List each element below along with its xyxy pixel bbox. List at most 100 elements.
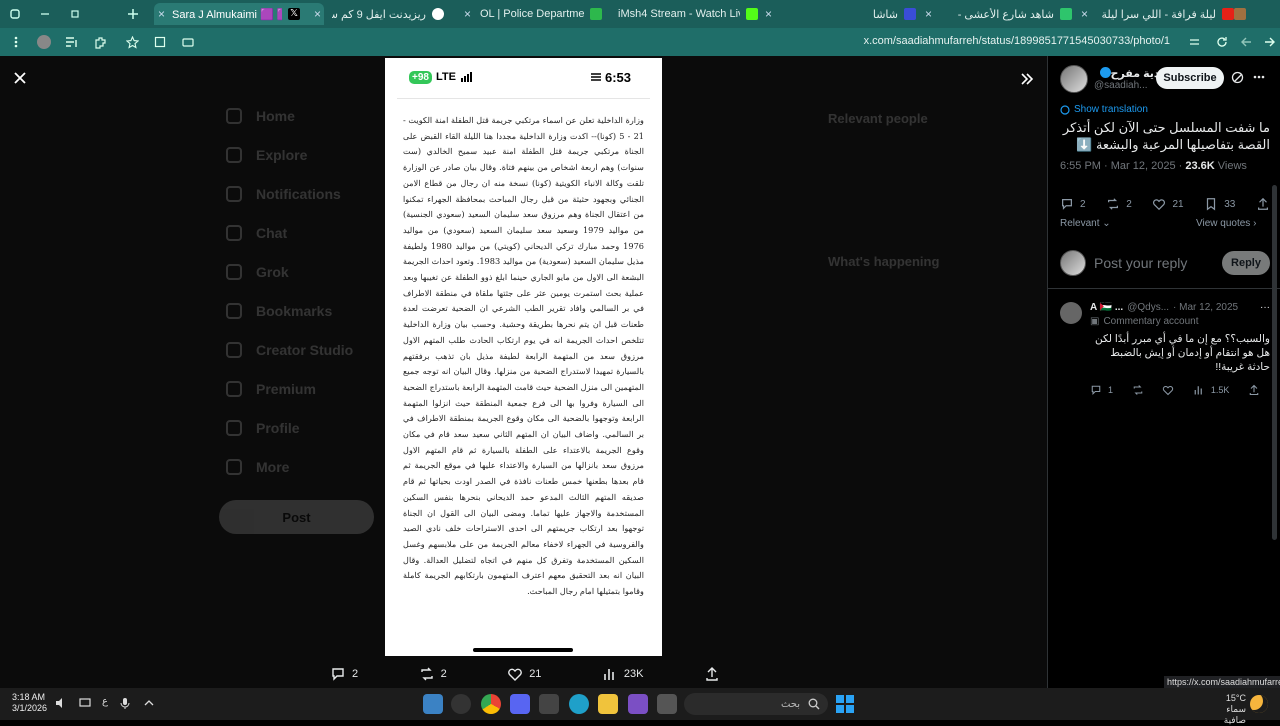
windows-start-icon[interactable]: [836, 695, 854, 713]
more-options-icon[interactable]: [1252, 70, 1266, 84]
system-tray: ع: [54, 696, 156, 710]
google-icon: [432, 8, 444, 20]
app-obs-icon[interactable]: [451, 694, 471, 714]
weather-widget[interactable]: 15°C سماء صافية: [1206, 693, 1246, 726]
tweet-time[interactable]: 6:55 PM · Mar 12, 2025 ·: [1060, 160, 1185, 172]
author-avatar[interactable]: [1060, 65, 1088, 93]
tweet-sidebar: ـدية مفرح @saadiah... Subscribe Show tra…: [1047, 56, 1280, 688]
chrome-icon[interactable]: [481, 694, 501, 714]
taskbar-clock[interactable]: 3:18 AM 3/1/2026: [12, 692, 47, 714]
app-purple-icon[interactable]: [628, 694, 648, 714]
profile-avatar-icon[interactable]: [32, 30, 56, 54]
reply-input[interactable]: Post your reply: [1094, 255, 1222, 271]
heart-icon: [1163, 385, 1174, 396]
tweet-like-action[interactable]: 21: [1152, 197, 1184, 211]
close-tab-icon[interactable]: ×: [765, 7, 772, 21]
new-tab-icon[interactable]: [118, 0, 148, 28]
minimize-icon[interactable]: [30, 0, 60, 28]
close-tab-icon[interactable]: ×: [314, 7, 321, 21]
bg-nav-bookmarks: Bookmarks: [226, 303, 332, 319]
keyboard-language[interactable]: ع: [102, 696, 108, 710]
menu-dots-icon[interactable]: [4, 30, 28, 54]
forward-arrow-icon[interactable]: [1258, 30, 1280, 54]
app-bird-icon[interactable]: [423, 694, 443, 714]
network-icon[interactable]: [78, 696, 92, 710]
bg-nav-premium: Premium: [226, 381, 316, 397]
comment-repost-action[interactable]: [1132, 384, 1144, 396]
close-tab-icon[interactable]: ×: [158, 7, 165, 21]
tab-x-sara[interactable]: × Sara J Almukaimi 🟪 🟪 on X 𝕏: [154, 3, 324, 25]
tab-kick-stream[interactable]: × iMsh4 Stream - Watch Live on: [612, 3, 772, 25]
sort-replies-dropdown[interactable]: Relevant ⌄: [1060, 218, 1111, 229]
tweet-repost-action[interactable]: 2: [1106, 197, 1132, 211]
chevron-up-icon[interactable]: [142, 696, 156, 710]
comment-share-action[interactable]: [1248, 384, 1260, 396]
sidebar-scrollbar[interactable]: [1272, 185, 1277, 540]
edge-icon[interactable]: [569, 694, 589, 714]
commenter-avatar[interactable]: [1060, 302, 1082, 324]
bookmark-icon: [1207, 198, 1216, 211]
tab-police-department[interactable]: × OL | Police Department v3.0 -: [460, 3, 608, 25]
close-tab-icon[interactable]: ×: [1081, 7, 1088, 21]
views-action[interactable]: 23K: [602, 666, 643, 682]
restore-icon[interactable]: [60, 0, 90, 28]
close-tab-icon[interactable]: ×: [925, 7, 932, 21]
bg-relevant-people: Relevant people: [828, 111, 928, 126]
translate-page-icon[interactable]: [1182, 30, 1206, 54]
tab-title: ليلة فرافة - اللي سرا ليلة الجمعة: [1098, 8, 1216, 21]
commenter-handle[interactable]: @Qdys...: [1127, 302, 1169, 313]
tab-shasha[interactable]: × شاشا: [782, 3, 932, 25]
tab-resident-evil[interactable]: × ريزيدنت ايفل 9 كم ساعه لعب -: [310, 3, 450, 25]
taskbar-search[interactable]: بحث: [684, 693, 828, 715]
comment-date[interactable]: · Mar 12, 2025: [1173, 302, 1238, 313]
show-translation-link[interactable]: Show translation: [1060, 104, 1148, 115]
views-count: 23.6K: [1185, 160, 1215, 172]
tweet-bookmark-action[interactable]: 33: [1204, 197, 1235, 211]
comment-views-action[interactable]: 1.5K: [1193, 384, 1229, 396]
grok-icon[interactable]: [1230, 70, 1244, 84]
close-tab-icon[interactable]: ×: [464, 7, 471, 21]
volume-icon[interactable]: [54, 696, 68, 710]
tweet-reply-action[interactable]: 2: [1060, 197, 1086, 211]
store-icon[interactable]: [539, 694, 559, 714]
subscribe-button[interactable]: Subscribe: [1156, 67, 1224, 89]
collapse-sidebar-icon[interactable]: [1016, 68, 1038, 90]
reply-action[interactable]: 2: [330, 666, 358, 682]
reload-icon[interactable]: [1210, 30, 1234, 54]
verified-badge-icon: [1099, 67, 1111, 78]
chevron-down-icon: ⌄: [1102, 218, 1111, 229]
microphone-icon[interactable]: [118, 696, 132, 710]
window-menu-icon[interactable]: [0, 0, 30, 28]
list-icon: [590, 73, 601, 81]
tab-group-icon[interactable]: [1234, 8, 1246, 20]
extensions-icon[interactable]: [88, 30, 112, 54]
commenter-name[interactable]: A 🇵🇸 ...: [1090, 302, 1123, 313]
comment-like-action[interactable]: [1162, 384, 1174, 396]
tweet-share-action[interactable]: [1256, 197, 1270, 211]
app-window-icon[interactable]: [657, 694, 677, 714]
kick-icon: [746, 8, 758, 20]
tweet-text: ما شفت المسلسل حتى الآن لكن أتذكر القصة …: [1062, 120, 1270, 152]
back-arrow-icon[interactable]: [1234, 30, 1258, 54]
share-action[interactable]: [704, 666, 720, 682]
site-info-icon[interactable]: [176, 30, 200, 54]
reply-tweet[interactable]: A 🇵🇸 ... @Qdys... · Mar 12, 2025 ··· ▣ Comme…: [1060, 302, 1270, 374]
discord-icon[interactable]: [510, 694, 530, 714]
comment-reply-action[interactable]: 1: [1090, 384, 1113, 396]
reply-button[interactable]: Reply: [1222, 251, 1270, 275]
media-control-icon[interactable]: [60, 30, 84, 54]
tab-youtube[interactable]: ليلة فرافة - اللي سرا ليلة الجمعة: [1092, 3, 1244, 25]
repost-action[interactable]: 2: [419, 666, 447, 682]
screenshot-icon[interactable]: [148, 30, 172, 54]
view-quotes-link[interactable]: View quotes ›: [1196, 218, 1256, 229]
bookmark-star-icon[interactable]: [120, 30, 144, 54]
photo-image[interactable]: +98 LTE 6:53 وزارة الداخلية تعلن عن اسما…: [385, 58, 662, 656]
file-explorer-icon[interactable]: [598, 694, 618, 714]
tab-shahid[interactable]: × شاهد شارع الأعشى - الموسم 2: [948, 3, 1088, 25]
author-handle[interactable]: @saadiah...: [1094, 80, 1164, 91]
address-bar[interactable]: x.com/saadiahmufarreh/status/18998517715…: [680, 35, 1170, 47]
like-action[interactable]: 21: [507, 666, 541, 682]
close-icon[interactable]: [10, 68, 30, 88]
bg-nav-chat: Chat: [226, 225, 287, 241]
more-options-icon[interactable]: ···: [1260, 302, 1270, 313]
